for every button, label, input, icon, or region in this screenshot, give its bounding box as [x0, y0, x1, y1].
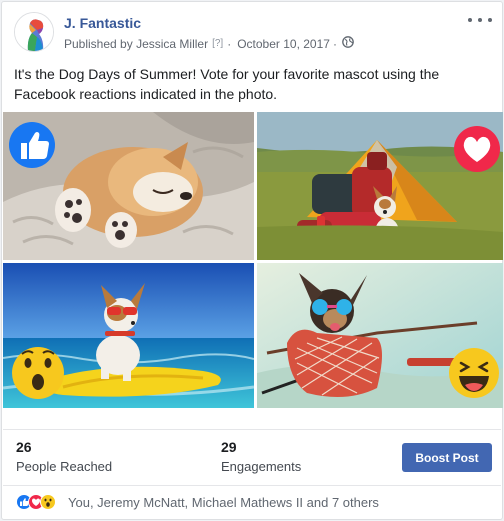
photo-grid[interactable] [3, 112, 503, 408]
more-options-icon[interactable] [468, 14, 492, 26]
reactors-text[interactable]: You, Jeremy McNatt, Michael Mathews II a… [68, 495, 379, 510]
photo-surfing-dog[interactable] [3, 263, 254, 408]
divider [3, 429, 501, 430]
divider [3, 485, 501, 486]
dot-separator: · [332, 36, 337, 51]
engagements-value: 29 [221, 439, 237, 455]
people-reached-value: 26 [16, 439, 32, 455]
boost-post-button[interactable]: Boost Post [402, 443, 492, 472]
post-date[interactable]: October 10, 2017 [237, 37, 330, 51]
post-text: It's the Dog Days of Summer! Vote for yo… [14, 66, 440, 102]
post-card: J. Fantastic Published by Jessica Miller… [1, 1, 503, 520]
globe-icon[interactable] [342, 36, 354, 51]
photo-sleeping-puppy[interactable] [3, 112, 254, 260]
reactions-summary[interactable]: You, Jeremy McNatt, Michael Mathews II a… [16, 493, 379, 511]
page-avatar[interactable] [14, 12, 54, 52]
wow-icon [40, 494, 56, 515]
photo-bike-dog[interactable] [257, 263, 503, 408]
haha-icon [449, 348, 499, 398]
people-reached-label: People Reached [16, 459, 113, 474]
help-marker[interactable]: [?] [212, 38, 223, 49]
like-icon [9, 122, 55, 168]
dot-separator: · [227, 36, 232, 51]
engagements-label: Engagements [221, 459, 302, 474]
wow-icon [12, 347, 64, 399]
reaction-icons[interactable] [16, 493, 66, 511]
publisher-name[interactable]: Jessica Miller [136, 37, 208, 51]
photo-camping-dog[interactable] [257, 112, 503, 260]
love-icon [454, 126, 500, 172]
post-meta: Published by Jessica Miller [?] · Octobe… [64, 36, 354, 51]
published-prefix: Published by [64, 36, 133, 51]
page-name-link[interactable]: J. Fantastic [64, 15, 141, 31]
